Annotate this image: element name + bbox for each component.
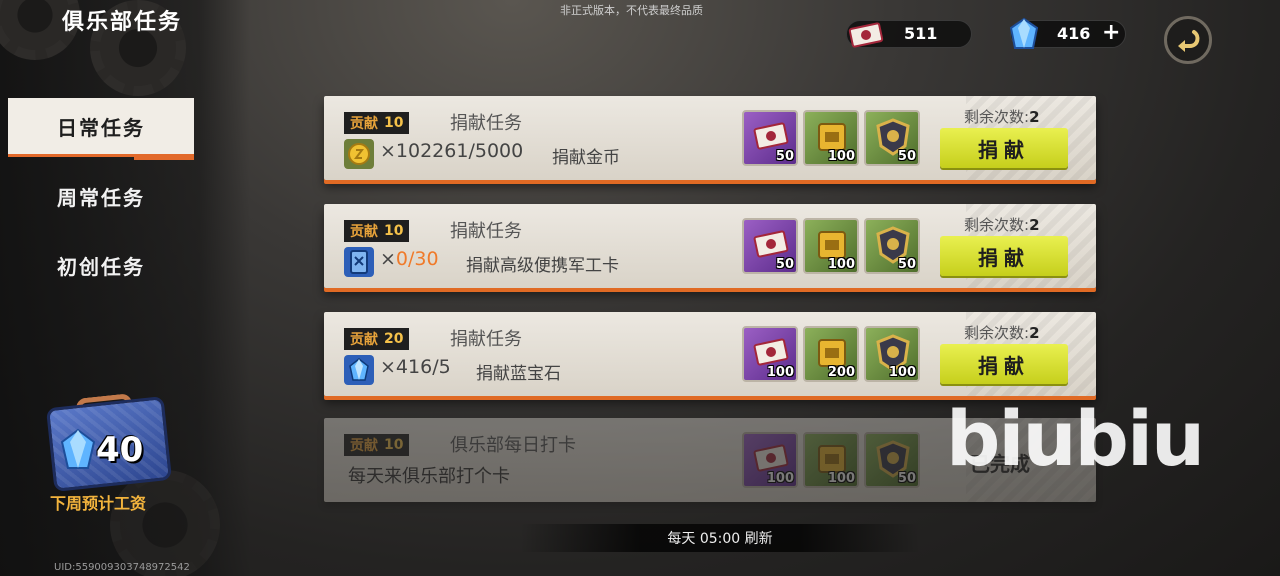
gold-coin-icon [344,139,374,169]
wage-label: 下周预计工资 [50,494,147,513]
gem-count: 416 [1057,24,1091,43]
task-title: 捐献任务 [450,113,522,134]
reward-chest: 100 [803,432,859,488]
reward-ticket: 50 [742,110,798,166]
reward-ticket: 50 [742,218,798,274]
remaining-count: 剩余次数:2 [964,216,1040,234]
requirement-count: ×102261/5000 [380,140,524,162]
back-button[interactable] [1164,16,1212,64]
contribution-badge: 贡献 20 [344,328,410,350]
ticket-icon [848,22,884,48]
contribution-badge: 贡献 10 [344,220,410,242]
add-gems-button[interactable]: + [1102,20,1120,45]
tab-starter-tasks[interactable]: 初创任务 [8,237,194,293]
reward-shield-badge: 50 [864,110,920,166]
tab-daily-tasks[interactable]: 日常任务 [8,98,194,160]
donate-button[interactable]: 捐献 [940,128,1068,168]
biubiu-watermark: biubiu [946,394,1205,483]
remaining-count: 剩余次数:2 [964,108,1040,126]
reward-chest: 100 [803,110,859,166]
refresh-notice: 每天 05:00 刷新 [520,524,920,552]
reward-shield-badge: 50 [864,432,920,488]
reward-ticket: 100 [742,432,798,488]
requirement-name: 捐献金币 [552,148,620,168]
contribution-badge: 贡献 10 [344,434,410,456]
task-card-donate-sapphire: 贡献 20 捐献任务 ×416/5 捐献蓝宝石 100 200 100 剩余次数… [324,312,1096,396]
reward-ticket: 100 [742,326,798,382]
gear-decoration-icon [110,470,220,576]
requirement-count: ×0/30 [380,248,439,270]
reward-shield-badge: 100 [864,326,920,382]
task-title: 捐献任务 [450,221,522,242]
task-title: 捐献任务 [450,329,522,350]
requirement-name: 捐献蓝宝石 [476,364,561,384]
donate-button[interactable]: 捐献 [940,344,1068,384]
donate-button[interactable]: 捐献 [940,236,1068,276]
wage-amount: 40 [96,430,144,470]
task-card-donate-card: 贡献 10 捐献任务 ×0/30 捐献高级便携军工卡 50 100 50 剩余次… [324,204,1096,288]
sapphire-icon [1009,17,1039,49]
ticket-count: 511 [904,24,938,43]
build-notice: 非正式版本，不代表最终品质 [560,4,703,17]
reward-chest: 100 [803,218,859,274]
page-title: 俱乐部任务 [62,10,183,35]
sapphire-icon [344,355,374,385]
user-id: UID:559009303748972542 [54,562,190,573]
task-description: 每天来俱乐部打个卡 [348,466,510,487]
remaining-count: 剩余次数:2 [964,324,1040,342]
reward-chest: 200 [803,326,859,382]
contribution-badge: 贡献 10 [344,112,410,134]
return-arrow-icon [1178,30,1200,52]
sapphire-icon [60,428,96,469]
requirement-name: 捐献高级便携军工卡 [466,256,619,276]
military-card-icon [344,247,374,277]
tab-weekly-tasks[interactable]: 周常任务 [8,168,194,224]
requirement-count: ×416/5 [380,356,451,378]
reward-shield-badge: 50 [864,218,920,274]
task-card-donate-gold: 贡献 10 捐献任务 ×102261/5000 捐献金币 50 100 50 剩… [324,96,1096,180]
task-title: 俱乐部每日打卡 [450,435,576,456]
